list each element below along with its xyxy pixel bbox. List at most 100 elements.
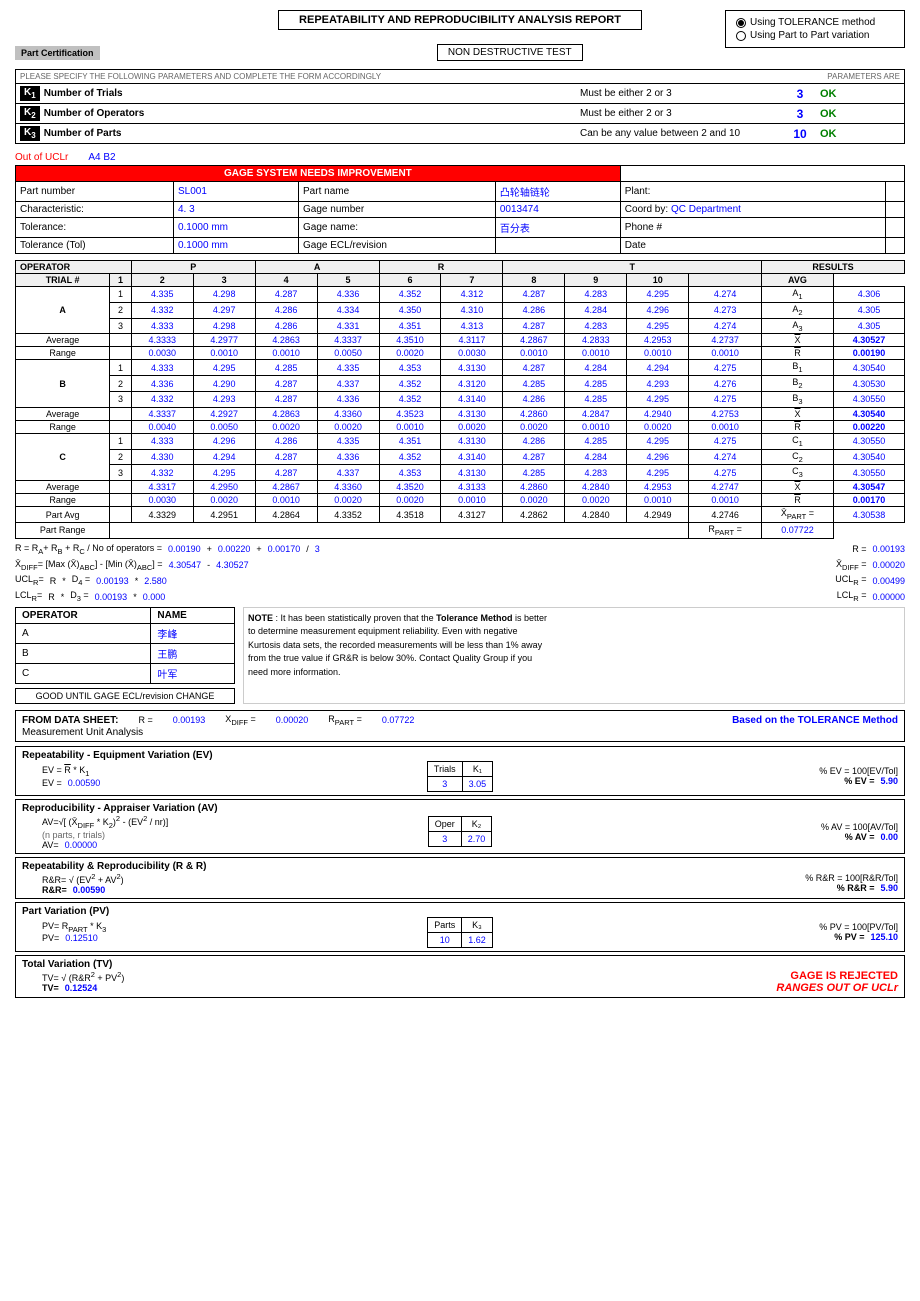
ev-pct-label: % EV = 100[EV/Tol]: [503, 766, 898, 776]
k1-value: 3: [780, 87, 820, 101]
fds-rpart-val: 0.07722: [382, 715, 415, 725]
trial-header: TRIAL #: [16, 274, 110, 287]
b3-res-label: B3: [762, 391, 834, 407]
parts-val: 10: [428, 932, 462, 947]
xdiff-result-label: X̄DIFF =: [836, 559, 866, 572]
note-text1: : It has been statistically proven that …: [276, 613, 437, 623]
rpart-label: RPART =: [689, 522, 762, 538]
rnr-formula2-val: 0.00590: [73, 885, 106, 895]
radio-option-tolerance[interactable]: Using TOLERANCE method: [736, 17, 894, 28]
k2-badge: K2: [20, 106, 40, 121]
oper-label-av: Oper: [428, 817, 461, 832]
col6: 6: [379, 274, 441, 287]
av-title: Reproducibility - Appraiser Variation (A…: [22, 803, 898, 814]
a1-4: 4.336: [317, 287, 379, 303]
k1-status: OK: [820, 88, 900, 100]
av-formula1: AV=√[ (X̄DIFF * K2)2 - (EV2 / nr)]: [42, 814, 418, 830]
a-range-label: Range: [16, 347, 110, 360]
tv-title: Total Variation (TV): [22, 959, 898, 970]
rnr-pct-label: % R&R = 100[R&R/Tol]: [465, 873, 898, 883]
avg-header: AVG: [762, 274, 834, 287]
col2: 2: [131, 274, 193, 287]
op-b-name: 王鹏: [151, 643, 235, 663]
fds-rpart-label: RPART =: [328, 714, 362, 727]
plus1: +: [207, 544, 212, 554]
characteristic-value: 4. 3: [173, 202, 298, 218]
gage-name-value: 百分表: [495, 218, 620, 238]
a-trial-3: 3: [110, 318, 132, 334]
tolerance-tol-value: 0.1000 mm: [173, 238, 298, 254]
uclr-d4-val: 0.00193: [96, 576, 129, 586]
op-r: R: [379, 261, 503, 274]
a1-1: 4.335: [131, 287, 193, 303]
tv-formula2-val: 0.12524: [65, 983, 98, 993]
k2-label-av: K₂: [461, 817, 492, 832]
part-range-label: Part Range: [16, 522, 110, 538]
lclr-star2: *: [133, 592, 137, 602]
xa-label: X: [762, 334, 834, 347]
op-c-name: 叶军: [151, 663, 235, 683]
a1-res-label: A1: [762, 287, 834, 303]
plant-label: Plant:: [620, 182, 885, 202]
k3-val: 1.62: [462, 932, 493, 947]
gage-needs-improvement: GAGE SYSTEM NEEDS IMPROVEMENT: [16, 166, 621, 182]
xpart-label: X̄PART =: [762, 507, 834, 523]
gage-number-label: Gage number: [299, 202, 496, 218]
radio-option-part[interactable]: Using Part to Part variation: [736, 30, 894, 41]
note-text5: from the true value if GR&R is below 30%…: [248, 653, 532, 663]
rnr-title: Repeatability & Reproducibility (R & R): [22, 861, 898, 872]
pv-pct-label2: % PV =: [834, 932, 864, 942]
k2-val: 2.70: [461, 832, 492, 847]
mua-label: Measurement Unit Analysis: [22, 727, 898, 738]
col5: 5: [317, 274, 379, 287]
lclr-result-label: LCLR =: [837, 590, 867, 603]
k3-label-pv: K₃: [462, 917, 493, 932]
tolerance-method-bold: Tolerance Method: [436, 613, 512, 623]
av-formula2-label: AV=: [42, 840, 59, 850]
trials-label: Trials: [427, 761, 462, 776]
k2-value: 3: [780, 107, 820, 121]
op-a-label: A: [16, 287, 110, 334]
uclr-result-label: UCLR =: [835, 574, 866, 587]
out-of-uclr: Out of UCLr: [15, 152, 68, 163]
a4b2-label: A4 B2: [88, 152, 115, 163]
op-t: T: [503, 261, 762, 274]
a1-6: 4.312: [441, 287, 503, 303]
rnr-pct-label2: % R&R =: [837, 883, 875, 893]
uclr-star2: *: [135, 576, 139, 586]
col4: 4: [255, 274, 317, 287]
note-text2: is better: [515, 613, 547, 623]
name-table-header: NAME: [151, 607, 235, 623]
k1-label-ev: K₁: [462, 761, 493, 776]
a1-5: 4.352: [379, 287, 441, 303]
rb-label: R: [762, 420, 834, 433]
gage-number-value: 0013474: [495, 202, 620, 218]
xc-label: X: [762, 481, 834, 494]
av-n-parts: (n parts, r trials): [42, 830, 418, 840]
c1-res-label: C1: [762, 433, 834, 449]
tolerance-value: 0.1000 mm: [173, 218, 298, 238]
a1-9: 4.295: [627, 287, 689, 303]
col3: 3: [193, 274, 255, 287]
xdiff-result-val: 0.00020: [872, 560, 905, 570]
r-div: /: [306, 544, 309, 554]
op-p: P: [131, 261, 255, 274]
trials-val: 3: [427, 776, 462, 791]
fds-r-val: 0.00193: [173, 715, 206, 725]
note-label: NOTE: [248, 613, 273, 623]
gage-ecl-label: Gage ECL/revision: [299, 238, 496, 254]
col1: 1: [110, 274, 132, 287]
av-pct-val: 0.00: [880, 832, 898, 842]
pv-formula2-val: 0.12510: [65, 933, 98, 943]
b2-res-label: B2: [762, 376, 834, 392]
op-c-name-label: C: [16, 663, 151, 683]
part-number-label: Part number: [16, 182, 174, 202]
k3-desc: Can be any value between 2 and 10: [580, 128, 780, 139]
c-range-label: Range: [16, 494, 110, 507]
a-trial-2: 2: [110, 302, 132, 318]
tv-formula2-label: TV=: [42, 983, 59, 993]
col8: 8: [503, 274, 565, 287]
pv-formula2-label: PV=: [42, 933, 59, 943]
r-val1: 0.00190: [168, 544, 201, 554]
ev-pct-label2: % EV =: [844, 776, 874, 786]
